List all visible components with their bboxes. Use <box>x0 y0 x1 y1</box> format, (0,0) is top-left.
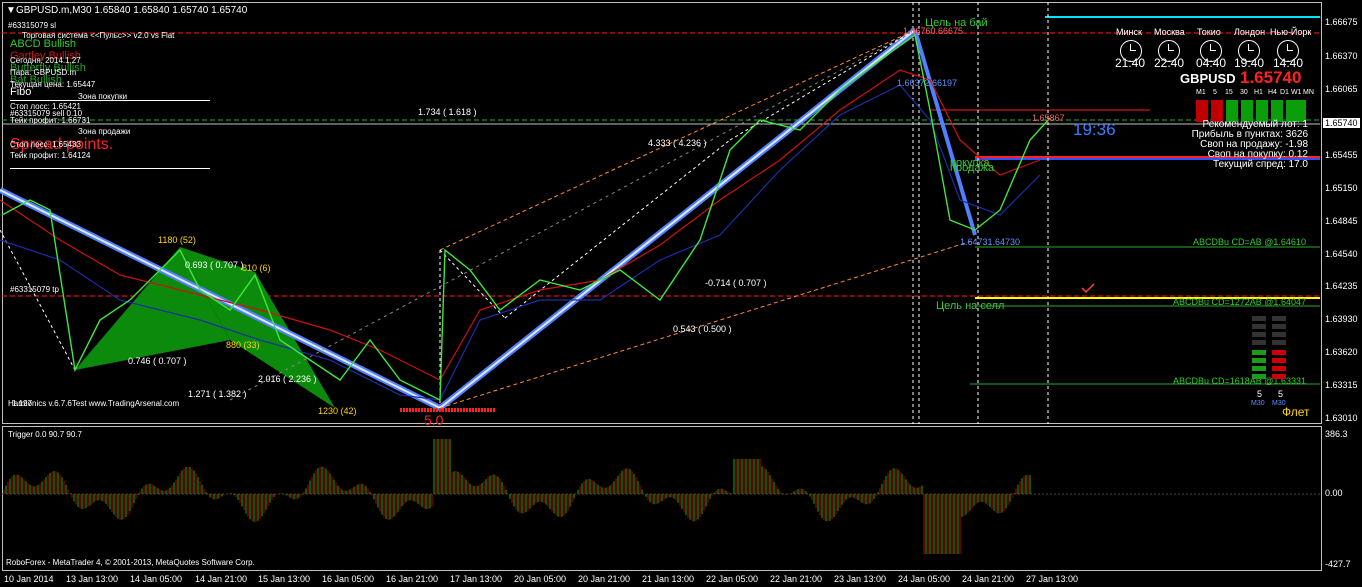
ticker-symbol: GBPUSD <box>1180 71 1236 86</box>
time-axis-label: 24 Jan 21:00 <box>962 574 1015 584</box>
clock-time-minsk: 21:40 <box>1115 56 1146 70</box>
time-axis-label: 23 Jan 13:00 <box>834 574 887 584</box>
fib-label-6: 0.693 ( 0.707 ) <box>185 260 244 270</box>
time-axis-label: 21 Jan 13:00 <box>642 574 695 584</box>
clock-city-tokyo: Токио <box>1197 27 1221 37</box>
pattern-abcd: ABCD Bullish <box>10 38 77 50</box>
fib-label-3: -0.714 ( 0.707 ) <box>705 278 767 288</box>
price-axis-label: 1.63930 <box>1325 314 1358 324</box>
signal-label-1: 5 <box>1257 389 1263 399</box>
indicator-caption: Trigger 0.0 90.7 90.7 <box>8 430 82 439</box>
clock-city-london: Лондон <box>1234 27 1266 37</box>
target-sell-label: Цель на селл <box>936 300 1005 312</box>
point-810: 810 (6) <box>242 263 271 273</box>
fib-label-2: 4.333 ( 4.236 ) <box>648 138 707 148</box>
time-axis-label: 22 Jan 05:00 <box>706 574 759 584</box>
time-axis-label: 16 Jan 05:00 <box>322 574 375 584</box>
price-axis-label: 1.64235 <box>1325 281 1358 291</box>
checkmark-icon <box>1081 283 1095 294</box>
price-axis-label: 1.66675 <box>1325 17 1358 27</box>
time-axis-label: 22 Jan 21:00 <box>770 574 823 584</box>
time-axis-label: 14 Jan 21:00 <box>195 574 248 584</box>
tf-m30[interactable]: 30 <box>1240 89 1248 96</box>
stat-spread: Текущий спред: 17.0 <box>1213 159 1308 170</box>
tf-mn[interactable]: MN <box>1303 89 1314 96</box>
fib-label-5: 0.746 ( 0.707 ) <box>128 356 187 366</box>
harmonics-credit: Harmonics v.6.7.6Test www.TradingArsenal… <box>8 399 180 408</box>
footer-copyright: RoboForex - MetaTrader 4, © 2001-2013, M… <box>6 558 255 567</box>
dropdown-icon[interactable]: ▼ <box>6 5 16 16</box>
top-price-label: 1.66760.66675 <box>903 26 964 36</box>
signal-label-2: 5 <box>1278 389 1284 399</box>
fib-label-8: 2.016 ( 2.236 ) <box>258 374 317 384</box>
clock-city-moscow: Москва <box>1154 27 1185 37</box>
point-1180: 1180 (52) <box>158 235 196 245</box>
time-axis-label: 20 Jan 21:00 <box>578 574 631 584</box>
ticket-label: #63315079 sl <box>8 21 57 30</box>
fib-label-7: 1.271 ( 1.382 ) <box>188 389 247 399</box>
today-date: Сегодня: 2014.1.27 <box>10 56 81 65</box>
sell-label: продажа <box>950 162 994 174</box>
price-axis-label: 1.66065 <box>1325 84 1358 94</box>
indicator-histogram <box>2 439 1322 554</box>
price-axis-label: 1.65150 <box>1325 183 1358 193</box>
stop-loss-sell: Стоп лосс: 1.65433 <box>10 140 81 149</box>
right-price-label: 1.65867 <box>1032 113 1065 123</box>
ticker-price: 1.65740 <box>1240 68 1302 87</box>
tf-h4[interactable]: H4 <box>1268 89 1277 96</box>
price-axis-label: 1.65455 <box>1325 150 1358 160</box>
abcd-level-3-label: ABCDBu CD=1618AB @1.63331 <box>1173 376 1306 386</box>
indicator-axis-label: 0.00 <box>1325 488 1343 498</box>
current-price-tag: 1.65740 <box>1323 118 1360 128</box>
tf-w1[interactable]: W1 <box>1291 89 1302 96</box>
price-axis-label: 1.64540 <box>1325 249 1358 259</box>
tf-m15[interactable]: 15 <box>1225 89 1233 96</box>
take-profit-buy: Тейк профит: 1.66731 <box>10 116 91 125</box>
market-mode: Флет <box>1282 405 1310 419</box>
abcd-level-2-label: ABCDBu CD=1272AB @1.64047 <box>1173 297 1306 307</box>
clock-city-minsk: Минск <box>1116 27 1142 37</box>
clock-time-tokyo: 04:40 <box>1196 56 1227 70</box>
abcd-level-1-label: ABCDBu CD=AB @1.64610 <box>1193 237 1306 247</box>
fib-label-1: 1.734 ( 1.618 ) <box>418 107 477 117</box>
drop-channel <box>913 29 977 236</box>
mid-price-label: 1.66372.66197 <box>897 78 958 88</box>
indicator-axis-label: 386.3 <box>1325 429 1348 439</box>
current-price-label: Текущая цена: 1.65447 <box>10 80 96 89</box>
price-axis-label: 1.63620 <box>1325 347 1358 357</box>
price-axis-label: 1.66370 <box>1325 51 1358 61</box>
tf-m5[interactable]: 5 <box>1213 89 1217 96</box>
tf-d1[interactable]: D1 <box>1280 89 1289 96</box>
point-880: 880 (33) <box>226 340 260 350</box>
time-axis-label: 17 Jan 13:00 <box>450 574 503 584</box>
clock-city-newyork: Нью-Йорк <box>1270 27 1312 37</box>
label-1127: 1.127 <box>12 399 33 408</box>
clock-time-moscow: 22:40 <box>1154 56 1185 70</box>
take-profit-sell: Тейк профит: 1.64124 <box>10 151 91 160</box>
price-axis-label: 1.63010 <box>1325 413 1358 423</box>
indicator-axis-label: -427.7 <box>1325 559 1351 569</box>
chart-title: GBPUSD.m,M30 1.65840 1.65840 1.65740 1.6… <box>16 5 248 16</box>
bar-timer: 19:36 <box>1073 120 1116 139</box>
time-axis-label: 13 Jan 13:00 <box>66 574 119 584</box>
price-axis-label: 1.64845 <box>1325 216 1358 226</box>
tp-ticket-label: #63315079 tp <box>10 285 59 294</box>
time-axis-label: 14 Jan 05:00 <box>130 574 183 584</box>
time-axis-label: 20 Jan 05:00 <box>514 574 567 584</box>
time-axis-label: 24 Jan 05:00 <box>898 574 951 584</box>
tf-m1[interactable]: M1 <box>1196 89 1206 96</box>
time-axis-label: 15 Jan 13:00 <box>258 574 311 584</box>
fib-label-4: 0.543 ( 0.500 ) <box>673 324 732 334</box>
tf-h1[interactable]: H1 <box>1254 89 1263 96</box>
time-axis-label: 27 Jan 13:00 <box>1026 574 1079 584</box>
point-1230: 1230 (42) <box>318 406 357 416</box>
price-axis-label: 1.63315 <box>1325 380 1358 390</box>
pair-label: Пара: GBPUSD.m <box>10 68 77 77</box>
time-axis-label: 16 Jan 21:00 <box>386 574 439 584</box>
signal-tf-1: M30 <box>1251 400 1265 407</box>
time-axis-label: 10 Jan 2014 <box>4 574 54 584</box>
low-price-label: 1.64731.64730 <box>960 237 1021 247</box>
